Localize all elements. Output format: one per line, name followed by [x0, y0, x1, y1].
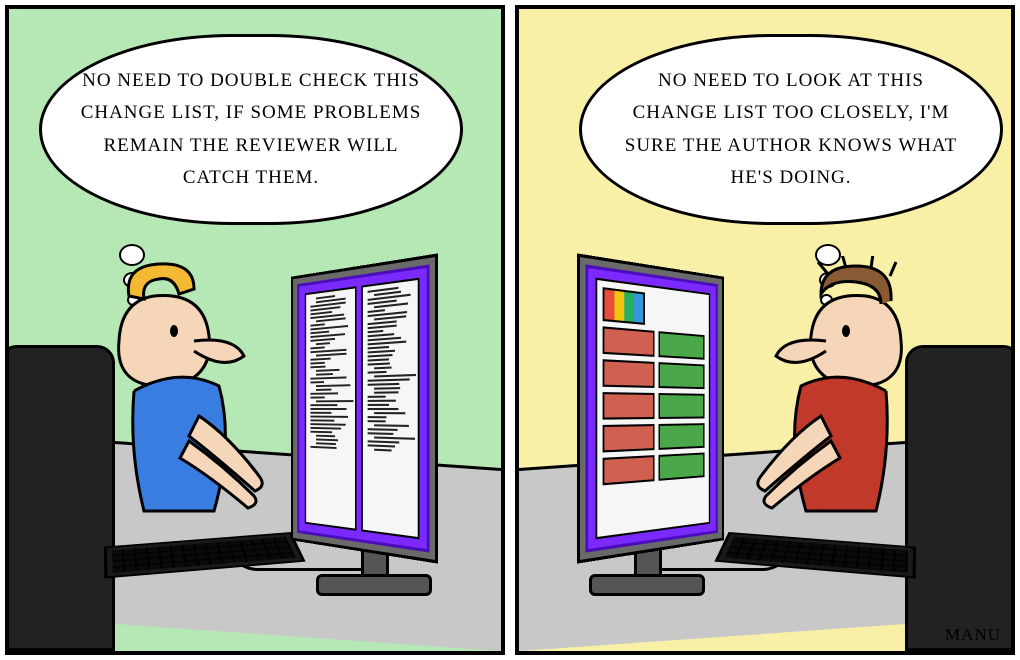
panel-reviewer: No need to look at this change list too …: [515, 5, 1015, 655]
monitor-reviewer: [577, 253, 724, 563]
thought-bubble-author: No need to double check this change list…: [39, 34, 463, 225]
panel-author: No need to double check this change list…: [5, 5, 505, 655]
artist-signature: MANU: [945, 625, 1001, 645]
screen-code-editor: [297, 264, 429, 552]
thought-text-reviewer: No need to look at this change list too …: [625, 70, 957, 188]
thought-bubble-reviewer: No need to look at this change list too …: [579, 34, 1003, 225]
monitor-author: [291, 253, 438, 563]
thought-text-author: No need to double check this change list…: [81, 70, 422, 188]
diff-tool-logo-icon: [603, 287, 645, 325]
screen-diff-view: [585, 264, 717, 552]
comic-strip: No need to double check this change list…: [0, 0, 1020, 660]
